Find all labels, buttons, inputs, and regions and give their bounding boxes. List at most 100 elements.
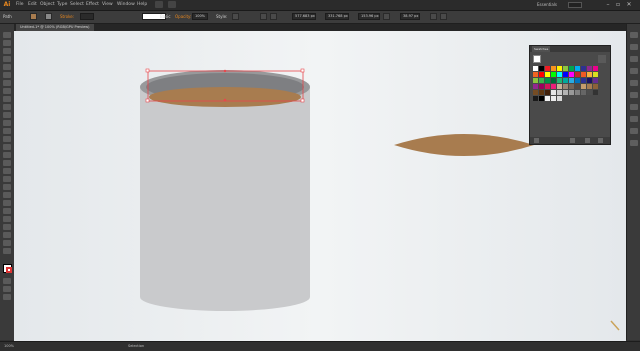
symbol-sprayer-tool-icon[interactable] (3, 208, 11, 214)
swatch-19[interactable] (581, 72, 586, 77)
swatches-tab[interactable]: Swatches (532, 46, 551, 52)
swatch-31[interactable] (587, 78, 592, 83)
swatch-28[interactable] (569, 78, 574, 83)
width-tool-icon[interactable] (3, 144, 11, 150)
swatch-52[interactable] (581, 90, 586, 95)
magic-wand-tool-icon[interactable] (3, 48, 11, 54)
menu-help[interactable]: Help (137, 2, 147, 7)
color-mode-icon[interactable] (3, 278, 11, 284)
swatch-8[interactable] (581, 66, 586, 71)
opacity-input[interactable]: 100% (192, 13, 208, 20)
blob-brush-tool-icon[interactable] (3, 112, 11, 118)
workspace-switcher[interactable]: Essentials (537, 2, 557, 7)
line-tool-icon[interactable] (3, 80, 11, 86)
y-input[interactable]: 331.768 px (325, 13, 349, 20)
stroke-weight-input[interactable] (80, 13, 94, 20)
swatch-35[interactable] (545, 84, 550, 89)
layers-panel-icon[interactable] (630, 140, 638, 146)
eyedropper-tool-icon[interactable] (3, 192, 11, 198)
swatch-13[interactable] (545, 72, 550, 77)
swatch-3[interactable] (551, 66, 556, 71)
screen-mode-icon[interactable] (3, 294, 11, 300)
isolate-group-icon[interactable] (430, 13, 437, 20)
swatch-1[interactable] (539, 66, 544, 71)
swatch-6[interactable] (569, 66, 574, 71)
search-input[interactable] (568, 2, 582, 8)
swatch-42[interactable] (587, 84, 592, 89)
zoom-tool-icon[interactable] (3, 248, 11, 254)
swatch-5[interactable] (563, 66, 568, 71)
type-tool-icon[interactable] (3, 72, 11, 78)
swatch-15[interactable] (557, 72, 562, 77)
gradient-tool-icon[interactable] (3, 184, 11, 190)
list-view-icon[interactable] (598, 55, 606, 63)
perspective-grid-tool-icon[interactable] (3, 168, 11, 174)
stroke-color-icon[interactable] (6, 267, 12, 273)
swatch-2[interactable] (545, 66, 550, 71)
swatch-39[interactable] (569, 84, 574, 89)
swatch-33[interactable] (533, 84, 538, 89)
mesh-tool-icon[interactable] (3, 176, 11, 182)
swatch-58[interactable] (551, 96, 556, 101)
document-tab[interactable]: Untitled-1* @ 100% (RGB/GPU Preview) (16, 24, 94, 31)
paintbrush-tool-icon[interactable] (3, 96, 11, 102)
swatch-45[interactable] (539, 90, 544, 95)
appearance-panel-icon[interactable] (630, 128, 638, 134)
swatch-22[interactable] (533, 78, 538, 83)
menu-select[interactable]: Select (70, 2, 84, 7)
column-graph-tool-icon[interactable] (3, 216, 11, 222)
swatch-32[interactable] (593, 78, 598, 83)
color-panel-icon[interactable] (630, 32, 638, 38)
swatch-25[interactable] (551, 78, 556, 83)
menu-edit[interactable]: Edit (28, 2, 37, 7)
pen-tool-icon[interactable] (3, 64, 11, 70)
close-icon[interactable]: ✕ (625, 1, 633, 8)
x-input[interactable]: 577.683 px (292, 13, 316, 20)
swatch-54[interactable] (593, 90, 598, 95)
constrain-proportions-icon[interactable] (383, 13, 390, 20)
swatch-24[interactable] (545, 78, 550, 83)
graphic-style-swatch[interactable] (232, 13, 239, 20)
menu-file[interactable]: File (16, 2, 24, 7)
stroke-panel-icon[interactable] (630, 92, 638, 98)
height-input[interactable]: 38.97 px (400, 13, 420, 20)
delete-swatch-icon[interactable] (598, 138, 603, 143)
pencil-tool-icon[interactable] (3, 104, 11, 110)
stroke-swatch[interactable] (45, 13, 52, 20)
fill-swatch[interactable] (30, 13, 37, 20)
new-color-group-icon[interactable] (570, 138, 575, 143)
swatch-36[interactable] (551, 84, 556, 89)
opacity-label[interactable]: Opacity: (175, 14, 191, 19)
swatch-40[interactable] (575, 84, 580, 89)
width-input[interactable]: 153.96 px (358, 13, 380, 20)
zoom-level[interactable]: 100% (4, 344, 14, 348)
swatch-11[interactable] (533, 72, 538, 77)
rotate-tool-icon[interactable] (3, 128, 11, 134)
maximize-icon[interactable]: ▫ (614, 1, 622, 8)
swatch-37[interactable] (557, 84, 562, 89)
swatch-50[interactable] (569, 90, 574, 95)
swatch-libraries-icon[interactable] (534, 138, 539, 143)
swatch-0[interactable] (533, 66, 538, 71)
current-tool-status[interactable]: Selection (128, 344, 144, 348)
scale-tool-icon[interactable] (3, 136, 11, 142)
bridge-icon[interactable] (155, 1, 163, 8)
swatch-29[interactable] (575, 78, 580, 83)
menu-object[interactable]: Object (40, 2, 55, 7)
swatch-7[interactable] (575, 66, 580, 71)
new-swatch-icon[interactable] (585, 138, 590, 143)
swatch-20[interactable] (587, 72, 592, 77)
swatch-48[interactable] (557, 90, 562, 95)
active-fill-swatch[interactable] (533, 55, 541, 63)
swatch-41[interactable] (581, 84, 586, 89)
swatch-47[interactable] (551, 90, 556, 95)
swatch-12[interactable] (539, 72, 544, 77)
swatch-10[interactable] (593, 66, 598, 71)
swatch-51[interactable] (575, 90, 580, 95)
direct-selection-tool-icon[interactable] (3, 40, 11, 46)
swatch-38[interactable] (563, 84, 568, 89)
swatch-49[interactable] (563, 90, 568, 95)
swatch-56[interactable] (539, 96, 544, 101)
gradient-panel-icon[interactable] (630, 104, 638, 110)
swatch-17[interactable] (569, 72, 574, 77)
